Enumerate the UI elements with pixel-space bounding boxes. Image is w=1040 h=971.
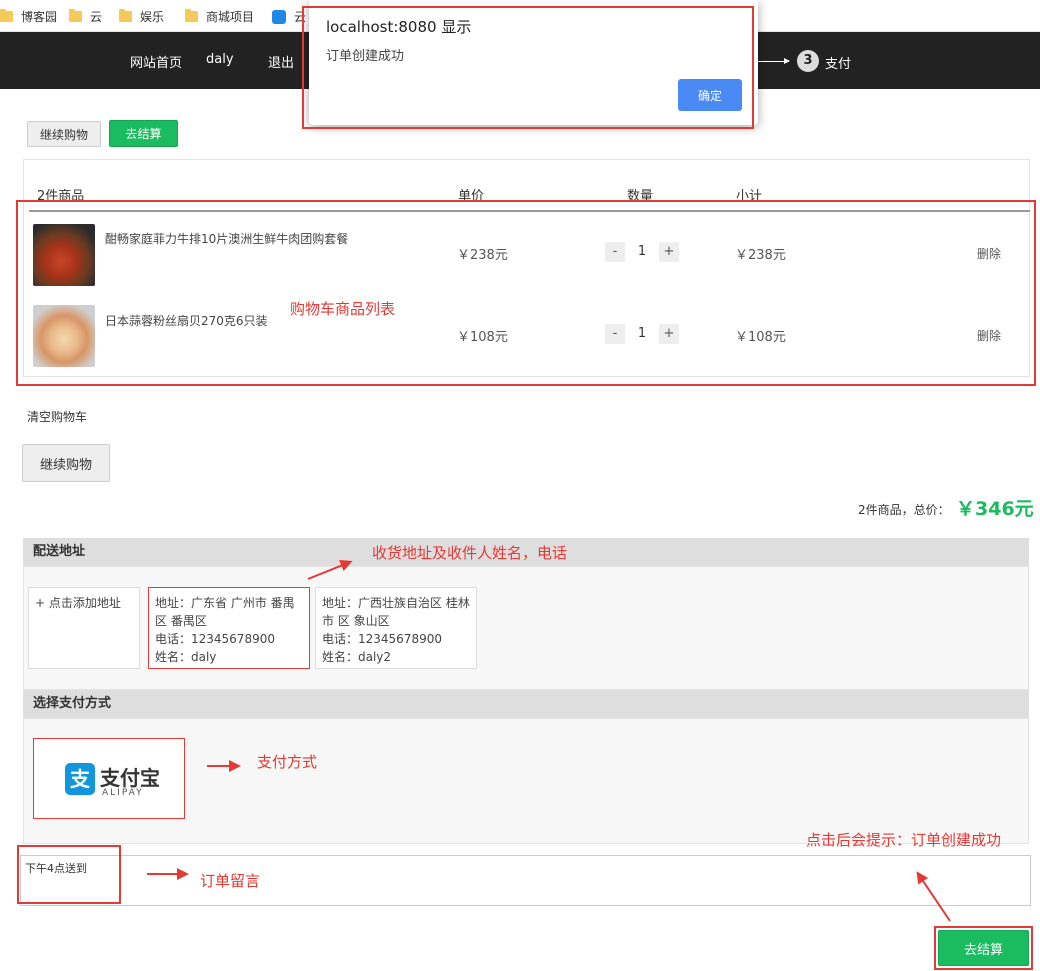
qty-decrease-button[interactable]: - [605, 324, 625, 344]
address-line: 地址：广西壮族自治区 桂林 [322, 596, 470, 610]
cart-item-count-header: 2件商品 [37, 189, 85, 204]
address-name: 姓名：daly [155, 650, 217, 664]
submit-order-button[interactable]: 去结算 [938, 930, 1029, 966]
folder-icon [119, 9, 132, 22]
delete-item-link[interactable]: 删除 [977, 245, 1001, 262]
dialog-message: 订单创建成功 [326, 49, 405, 64]
bookmark-mall-project[interactable]: 商城项目 [185, 8, 254, 25]
product-unit-price: ￥238元 [457, 248, 508, 263]
address-phone: 电话：12345678900 [322, 632, 442, 646]
product-name[interactable]: 日本蒜蓉粉丝扇贝270克6只装 [105, 312, 268, 329]
step-number-badge: 3 [797, 50, 819, 72]
cloud-icon [272, 9, 286, 24]
product-subtotal: ￥238元 [735, 248, 786, 263]
address-line: 市 区 象山区 [322, 614, 390, 628]
annotation-arrow-icon [147, 868, 189, 880]
qty-value[interactable]: 1 [625, 242, 659, 262]
quantity-stepper: - 1 + [605, 242, 679, 262]
column-header-qty: 数量 [627, 189, 654, 204]
alipay-logo-text: 支付宝 [100, 766, 160, 790]
bookmark-cloud-app[interactable]: 云 [272, 8, 306, 25]
alipay-logo-subtext: ALIPAY [102, 788, 144, 798]
folder-icon [0, 9, 13, 22]
bookmark-entertainment[interactable]: 娱乐 [119, 8, 164, 25]
dialog-ok-button[interactable]: 确定 [678, 79, 742, 111]
cart-panel [23, 159, 1030, 377]
alipay-option[interactable]: 支 支付宝 ALIPAY [33, 738, 185, 819]
alert-dialog: localhost:8080 显示 订单创建成功 确定 [309, 0, 758, 125]
nav-home-link[interactable]: 网站首页 [130, 52, 182, 71]
alipay-logo-icon: 支 [65, 763, 95, 795]
folder-icon [69, 9, 82, 22]
qty-increase-button[interactable]: + [659, 242, 679, 262]
total-label: 2件商品，总价： [858, 503, 950, 517]
nav-logout-link[interactable]: 退出 [268, 52, 294, 71]
column-header-price: 单价 [458, 189, 485, 204]
address-card-selected[interactable]: 地址：广东省 广州市 番禺 区 番禺区 电话：12345678900 姓名：da… [148, 587, 310, 669]
bookmark-blog[interactable]: 博客园 [0, 8, 57, 25]
qty-decrease-button[interactable]: - [605, 242, 625, 262]
add-address-label: + 点击添加地址 [35, 596, 121, 610]
nav-user-link[interactable]: daly [206, 52, 234, 67]
delete-item-link[interactable]: 删除 [977, 327, 1001, 344]
address-line: 地址：广东省 广州市 番禺 [155, 596, 295, 610]
product-name[interactable]: 酣畅家庭菲力牛排10片澳洲生鲜牛肉团购套餐 [105, 230, 348, 247]
dialog-title: localhost:8080 显示 [326, 18, 472, 36]
annotation-note: 订单留言 [200, 872, 261, 890]
product-thumbnail-scallop[interactable] [33, 305, 95, 367]
product-thumbnail-steak[interactable] [33, 224, 95, 286]
qty-value[interactable]: 1 [625, 324, 659, 344]
annotation-payment: 支付方式 [257, 753, 318, 771]
order-note-value: 下午4点送到 [25, 862, 87, 875]
annotation-address: 收货地址及收件人姓名，电话 [372, 544, 568, 562]
bookmark-cloud[interactable]: 云 [69, 8, 102, 25]
table-header-divider [29, 210, 1030, 212]
column-header-subtotal: 小计 [736, 189, 763, 204]
address-name: 姓名：daly2 [322, 650, 392, 664]
continue-shopping-button-top[interactable]: 继续购物 [27, 121, 101, 147]
step-label: 支付 [825, 57, 852, 72]
product-subtotal: ￥108元 [735, 330, 786, 345]
quantity-stepper: - 1 + [605, 324, 679, 344]
address-card[interactable]: 地址：广西壮族自治区 桂林 市 区 象山区 电话：12345678900 姓名：… [315, 587, 477, 669]
clear-cart-link[interactable]: 清空购物车 [27, 408, 87, 425]
address-line: 区 番禺区 [155, 614, 207, 628]
qty-increase-button[interactable]: + [659, 324, 679, 344]
order-note-textarea[interactable]: 下午4点送到 [20, 855, 1031, 906]
annotation-submit: 点击后会提示：订单创建成功 [806, 831, 1002, 849]
total-price: ￥346元 [956, 498, 1034, 520]
add-address-card[interactable]: + 点击添加地址 [28, 587, 140, 669]
checkout-button-top[interactable]: 去结算 [109, 120, 178, 147]
product-unit-price: ￥108元 [457, 330, 508, 345]
annotation-arrow-icon [207, 760, 241, 772]
address-phone: 电话：12345678900 [155, 632, 275, 646]
continue-shopping-button[interactable]: 继续购物 [22, 444, 110, 482]
step-arrow-icon [757, 58, 790, 64]
payment-section-header: 选择支付方式 [23, 690, 1029, 718]
annotation-cart-list: 购物车商品列表 [290, 300, 396, 318]
folder-icon [185, 9, 198, 22]
